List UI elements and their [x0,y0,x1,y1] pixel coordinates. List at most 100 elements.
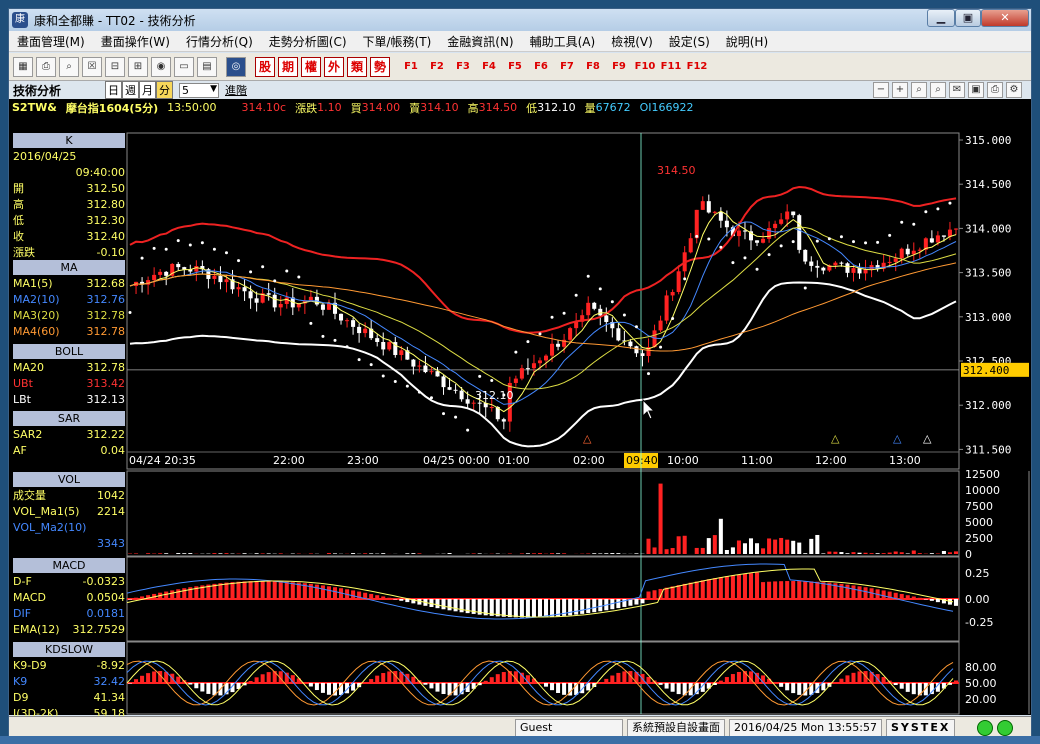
candle-body [604,315,609,322]
kd-histogram-bar [791,683,796,694]
fkey-4[interactable]: F4 [477,57,501,77]
menu-item-3[interactable]: 走勢分析圖(C) [261,33,355,50]
volume-frame [126,470,960,557]
minimize-button[interactable]: ▁ [927,9,955,27]
candle-body [893,258,898,262]
buy-label: 買 [350,101,362,115]
kd-histogram-bar [152,671,157,684]
menu-item-6[interactable]: 輔助工具(A) [522,33,604,50]
maximize-button[interactable]: ▣ [955,9,981,27]
candle-body [351,320,356,327]
quick-button-3[interactable]: 外 [324,56,344,77]
candle-body [357,326,362,334]
kd-histogram-bar [562,683,567,695]
candle-body [224,279,229,283]
sar-dot [659,345,663,349]
logo-icon[interactable]: ◎ [226,56,246,77]
period-1[interactable]: 週 [122,81,139,99]
quick-button-4[interactable]: 類 [347,56,367,77]
sar-dot [526,340,530,344]
menu-item-1[interactable]: 畫面操作(W) [93,33,178,50]
advanced-link[interactable]: 進階 [225,82,247,98]
time-tick-label: 12:00 [815,454,847,467]
fkey-12[interactable]: F12 [685,57,709,77]
search-icon[interactable]: ⌕ [59,56,79,77]
fkey-10[interactable]: F10 [633,57,657,77]
candle-body [742,230,747,232]
menu-item-0[interactable]: 畫面管理(M) [9,33,93,50]
sar-dot [864,241,868,245]
fkey-8[interactable]: F8 [581,57,605,77]
volume-bar [525,553,530,554]
period-2[interactable]: 月 [139,81,156,99]
period-0[interactable]: 日 [105,81,122,99]
macd-histogram-bar [724,576,729,600]
quick-button-5[interactable]: 勢 [370,56,390,77]
volume-bar [773,539,778,554]
volume-bar [664,549,669,554]
sar-dot [200,241,204,245]
print-chart-icon[interactable]: ⎙ [987,82,1003,98]
volume-bar [833,551,838,554]
macd-histogram-bar [616,599,621,609]
grid-icon[interactable]: ⊞ [128,56,148,77]
magnify-plus-icon[interactable]: ⌕ [930,82,946,98]
candle-body [839,262,844,264]
macd-histogram-bar [929,599,934,601]
time-cursor-label: 09:40 [626,454,658,467]
quick-button-2[interactable]: 權 [301,56,321,77]
macd-histogram-bar [905,595,910,600]
fkey-2[interactable]: F2 [425,57,449,77]
zoom-in-icon[interactable]: + [892,82,908,98]
zoom-out-icon[interactable]: − [873,82,889,98]
sar-dot [321,334,325,338]
macd-histogram-bar [381,596,386,600]
interval-select[interactable]: 5 ▼ [179,82,219,98]
menu-item-9[interactable]: 說明(H) [718,33,776,50]
fkey-9[interactable]: F9 [607,57,631,77]
macd-histogram-bar [730,575,735,600]
period-3[interactable]: 分 [156,81,173,99]
globe-icon[interactable]: ◉ [151,56,171,77]
fkey-1[interactable]: F1 [399,57,423,77]
volume-tick-label: 7500 [965,500,993,513]
volume-bar [893,551,898,554]
quick-button-0[interactable]: 股 [255,56,275,77]
macd-histogram-bar [537,599,542,618]
chat-icon[interactable]: ✉ [949,82,965,98]
chart-icon[interactable]: ▤ [197,56,217,77]
tile-icon[interactable]: ⊟ [105,56,125,77]
volume-bar [182,553,187,554]
volume-bar [634,553,639,554]
status-datetime: 2016/04/25 Mon 13:55:57 [729,718,882,737]
chart-canvas[interactable]: 315.000314.500314.000313.500313.000312.5… [9,116,1031,715]
layout-icon[interactable]: ▦ [13,56,33,77]
fkey-6[interactable]: F6 [529,57,553,77]
print-icon[interactable]: ⎙ [36,56,56,77]
magnify-minus-icon[interactable]: ⌕ [911,82,927,98]
fkey-11[interactable]: F11 [659,57,683,77]
save-icon[interactable]: ▣ [968,82,984,98]
sar-dot [490,378,494,382]
kd-histogram-bar [375,675,380,684]
fkey-5[interactable]: F5 [503,57,527,77]
menu-item-7[interactable]: 檢視(V) [603,33,661,50]
fkey-3[interactable]: F3 [451,57,475,77]
macd-histogram-bar [369,593,374,600]
chart-area[interactable]: K 2016/04/25 09:40:00 開 312.50 高 312.80 低 312.30… [9,116,1031,720]
menu-item-5[interactable]: 金融資訊(N) [439,33,521,50]
menu-item-4[interactable]: 下單/帳務(T) [355,33,440,50]
volume-bar [242,553,247,554]
fkey-7[interactable]: F7 [555,57,579,77]
close-window-icon[interactable]: ☒ [82,56,102,77]
menu-item-8[interactable]: 設定(S) [661,33,718,50]
volume-bar [947,552,952,554]
close-button[interactable]: ✕ [981,9,1029,27]
kd-frame [126,641,960,715]
macd-histogram-bar [670,586,675,600]
quick-button-1[interactable]: 期 [278,56,298,77]
menu-item-2[interactable]: 行情分析(Q) [178,33,261,50]
settings-icon[interactable]: ⚙ [1006,82,1022,98]
kd-histogram-bar [718,680,723,684]
card-icon[interactable]: ▭ [174,56,194,77]
